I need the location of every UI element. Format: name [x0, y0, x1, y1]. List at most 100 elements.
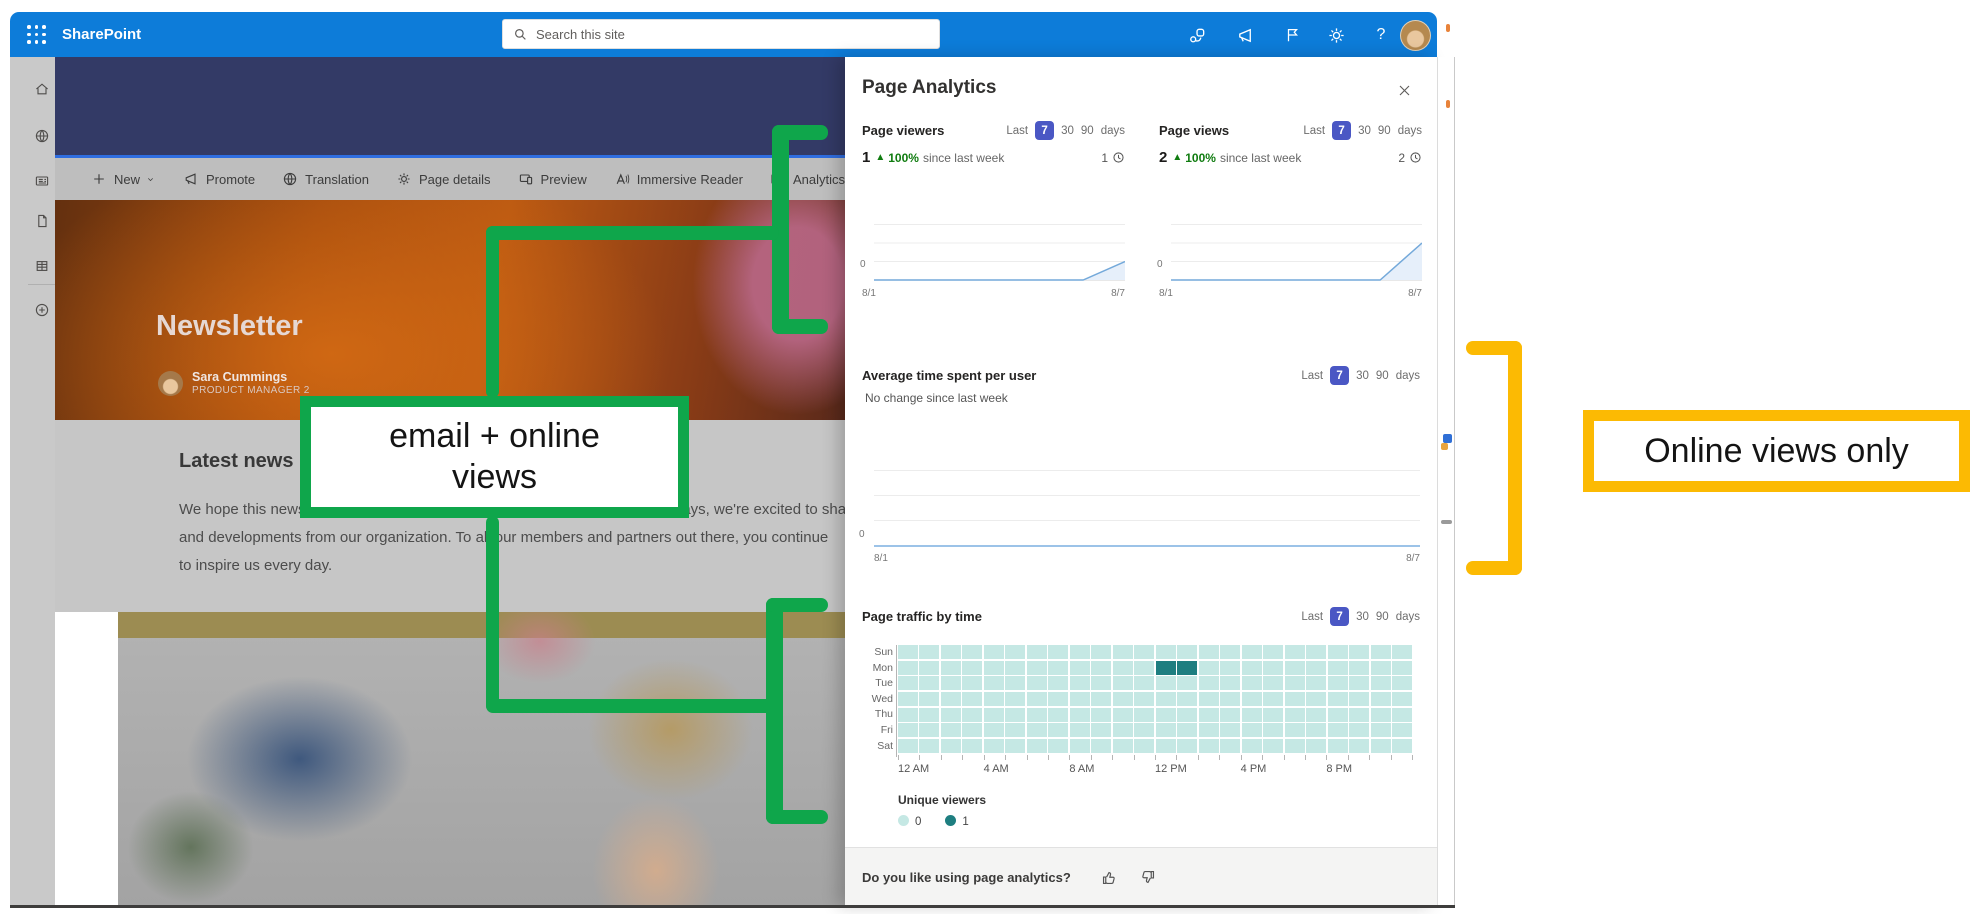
sidebar-item-plus-circle-icon[interactable]	[31, 299, 53, 321]
heatmap-hour-tick	[1391, 755, 1392, 760]
share-icon[interactable]	[1186, 24, 1208, 46]
green-connector-top-horizontal	[486, 226, 779, 240]
y-zero-label: 0	[1157, 259, 1163, 270]
heatmap-cell	[1328, 692, 1348, 706]
heatmap-cell	[1349, 676, 1369, 690]
range-90[interactable]: 90	[1081, 125, 1094, 137]
green-connector-bottom-vertical	[486, 516, 499, 712]
settings-gear-icon[interactable]	[1325, 24, 1347, 46]
scroll-strip[interactable]	[1437, 57, 1455, 906]
y-zero-label: 0	[860, 259, 866, 270]
section-heading: Latest news	[179, 450, 293, 473]
heatmap-cell	[1263, 645, 1283, 659]
heatmap-cell	[1070, 739, 1090, 753]
heatmap-cell	[1113, 739, 1133, 753]
range-suffix: days	[1398, 125, 1422, 137]
close-icon[interactable]	[1391, 77, 1417, 103]
thumbs-down-icon[interactable]	[1137, 866, 1159, 888]
legend-item: 0	[898, 815, 921, 828]
heatmap-cell	[1306, 723, 1326, 737]
range-30[interactable]: 30	[1356, 370, 1369, 382]
heatmap-cell	[898, 692, 918, 706]
heatmap-cell	[1199, 692, 1219, 706]
range-90[interactable]: 90	[1378, 125, 1391, 137]
user-avatar[interactable]	[1400, 20, 1431, 51]
heatmap-cell	[1285, 723, 1305, 737]
app-launcher-waffle-icon[interactable]	[27, 25, 47, 45]
toolbar-page-details-button[interactable]: Page details	[396, 171, 491, 187]
heatmap-hour-tick	[1048, 755, 1049, 760]
range-90[interactable]: 90	[1376, 370, 1389, 382]
yellow-bracket-arm-lower	[1466, 561, 1522, 575]
stat-delta-note: since last week	[923, 151, 1004, 165]
flag-icon[interactable]	[1282, 24, 1304, 46]
heatmap-hour-tick	[1219, 755, 1220, 760]
heatmap-day-label: Wed	[859, 692, 893, 707]
megaphone-icon[interactable]	[1234, 24, 1256, 46]
heatmap-cell	[1371, 645, 1391, 659]
heatmap-cell	[962, 723, 982, 737]
thumbs-up-icon[interactable]	[1099, 866, 1121, 888]
heatmap-cell	[1242, 739, 1262, 753]
range-7-selected[interactable]: 7	[1332, 121, 1351, 140]
heatmap-legend: 01	[898, 815, 969, 828]
y-zero-label: 0	[859, 529, 865, 540]
heatmap-hour-tick	[1176, 755, 1177, 760]
scrollbar-thumb[interactable]	[1441, 520, 1452, 524]
heatmap-cell	[941, 645, 961, 659]
range-7-selected[interactable]: 7	[1035, 121, 1054, 140]
heatmap-cell	[1306, 739, 1326, 753]
heatmap-cell	[1091, 676, 1111, 690]
feedback-widget-icon[interactable]	[1441, 434, 1452, 450]
range-7-selected[interactable]: 7	[1330, 366, 1349, 385]
heatmap-hour-tick	[1091, 755, 1092, 760]
megaphone-icon	[183, 171, 199, 187]
app-title[interactable]: SharePoint	[62, 12, 141, 57]
range-30[interactable]: 30	[1061, 125, 1074, 137]
range-30[interactable]: 30	[1358, 125, 1371, 137]
heatmap-cell	[1005, 645, 1025, 659]
heatmap-cell	[1371, 723, 1391, 737]
heatmap-cell	[1005, 692, 1025, 706]
heatmap-cell	[1027, 723, 1047, 737]
card-title: Page viewers	[862, 123, 944, 138]
heatmap-cell	[1134, 723, 1154, 737]
heatmap-cell	[1220, 661, 1240, 675]
feedback-footer: Do you like using page analytics?	[845, 847, 1437, 906]
clock-icon	[1409, 151, 1422, 164]
sidebar-item-page-icon[interactable]	[31, 210, 53, 232]
heatmap-cell	[962, 645, 982, 659]
range-30[interactable]: 30	[1356, 611, 1369, 623]
trend-up-icon: ▲	[875, 152, 885, 163]
toolbar-promote-button[interactable]: Promote	[183, 171, 255, 187]
help-icon[interactable]: ?	[1370, 24, 1392, 46]
page-command-bar: New Promote Translation Page details Preview…	[55, 158, 845, 200]
toolbar-new-button[interactable]: New	[91, 171, 156, 187]
heatmap-hour-tick	[1134, 755, 1135, 760]
page-title: Newsletter	[156, 310, 303, 343]
heatmap-cell	[1328, 723, 1348, 737]
sidebar-item-news-icon[interactable]	[31, 170, 53, 192]
range-7-selected[interactable]: 7	[1330, 607, 1349, 626]
toolbar-immersive-reader-button[interactable]: Immersive Reader	[614, 171, 743, 187]
heatmap-cell	[1177, 708, 1197, 722]
heatmap-cell	[1156, 723, 1176, 737]
range-90[interactable]: 90	[1376, 611, 1389, 623]
heatmap-cell	[1328, 676, 1348, 690]
toolbar-translation-button[interactable]: Translation	[282, 171, 369, 187]
heatmap-cell	[941, 676, 961, 690]
trend-up-icon: ▲	[1172, 152, 1182, 163]
heatmap-hour-tick	[1112, 755, 1113, 760]
site-search-input[interactable]: Search this site	[502, 19, 940, 49]
heatmap-hour-tick	[1241, 755, 1242, 760]
sidebar-item-library-icon[interactable]	[31, 255, 53, 277]
sidebar-item-globe-icon[interactable]	[31, 125, 53, 147]
strip-marker	[1446, 100, 1450, 108]
heatmap-day-label: Sat	[859, 739, 893, 754]
heatmap-cell	[1199, 739, 1219, 753]
heatmap-cell	[1263, 739, 1283, 753]
toolbar-preview-button[interactable]: Preview	[518, 171, 587, 187]
window-bottom-border	[10, 905, 1455, 908]
sidebar-item-home-icon[interactable]	[31, 78, 53, 100]
heatmap-cell	[1113, 645, 1133, 659]
